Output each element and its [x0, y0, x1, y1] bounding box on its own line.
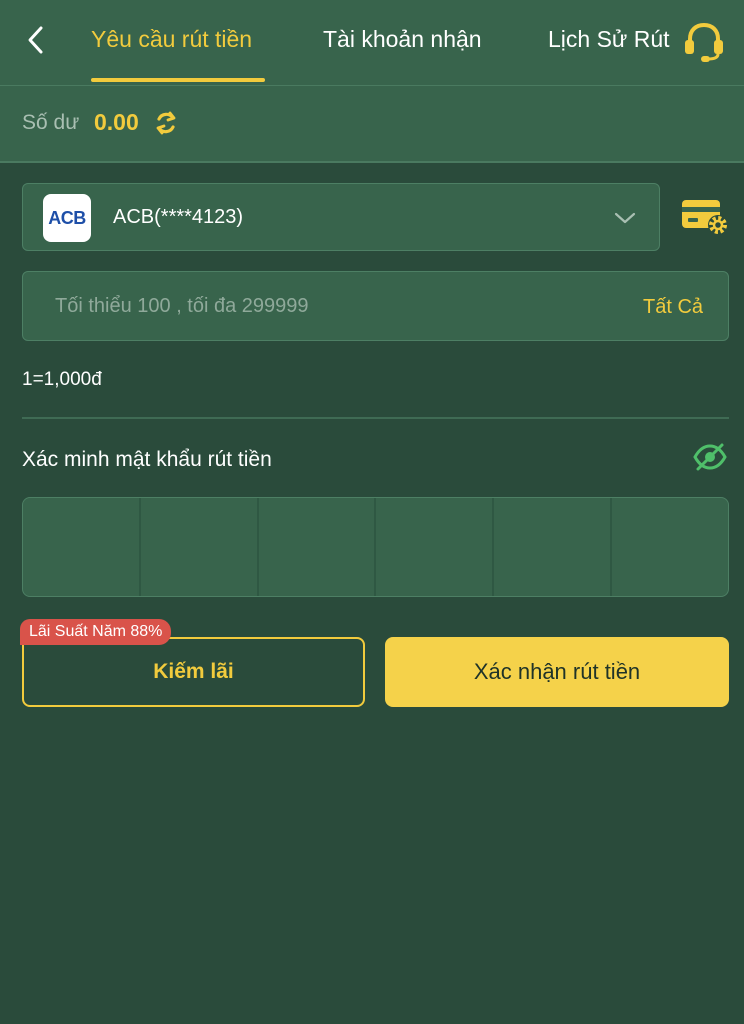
pin-digit[interactable] — [141, 498, 259, 596]
pin-digit[interactable] — [494, 498, 613, 596]
pin-digit[interactable] — [612, 498, 728, 596]
pin-digit[interactable] — [376, 498, 495, 596]
eye-slash-icon[interactable] — [692, 441, 728, 473]
chevron-left-icon — [28, 26, 43, 54]
pin-digit[interactable] — [23, 498, 141, 596]
headset-icon — [685, 22, 723, 62]
divider — [22, 417, 729, 419]
confirm-withdraw-button[interactable]: Xác nhận rút tiền — [385, 637, 729, 707]
tab-withdraw-history[interactable]: Lịch Sử Rút — [548, 26, 670, 53]
active-tab-indicator — [91, 78, 265, 82]
chevron-down-icon — [614, 212, 636, 224]
pin-digit[interactable] — [259, 498, 377, 596]
balance-label: Số dư — [22, 111, 80, 134]
bank-account-label: ACB(****4123) — [113, 206, 244, 228]
card-settings-icon[interactable] — [680, 196, 730, 236]
bank-account-select[interactable]: ACB ACB(****4123) — [22, 183, 660, 251]
balance-bar: Số dư 0.00 — [0, 86, 744, 163]
exchange-rate: 1=1,000đ — [22, 369, 102, 390]
earn-interest-button[interactable]: Kiếm lãi — [22, 637, 365, 707]
amount-input[interactable] — [35, 286, 635, 326]
tab-receiving-account[interactable]: Tài khoản nhận — [323, 26, 482, 53]
amount-field: Tất Cả — [22, 271, 729, 341]
password-pin-box — [22, 497, 729, 597]
back-button[interactable] — [22, 24, 50, 56]
refresh-icon[interactable] — [153, 110, 179, 136]
withdraw-password-label: Xác minh mật khẩu rút tiền — [22, 448, 272, 471]
customer-support-button[interactable] — [680, 18, 728, 66]
interest-rate-badge: Lãi Suất Năm 88% — [20, 619, 172, 645]
tab-withdraw-request[interactable]: Yêu cầu rút tiền — [91, 26, 252, 53]
withdraw-all-button[interactable]: Tất Cả — [643, 296, 703, 319]
balance-value: 0.00 — [94, 109, 139, 135]
top-tab-bar: Yêu cầu rút tiền Tài khoản nhận Lịch Sử … — [0, 0, 744, 86]
bank-logo: ACB — [43, 194, 91, 242]
